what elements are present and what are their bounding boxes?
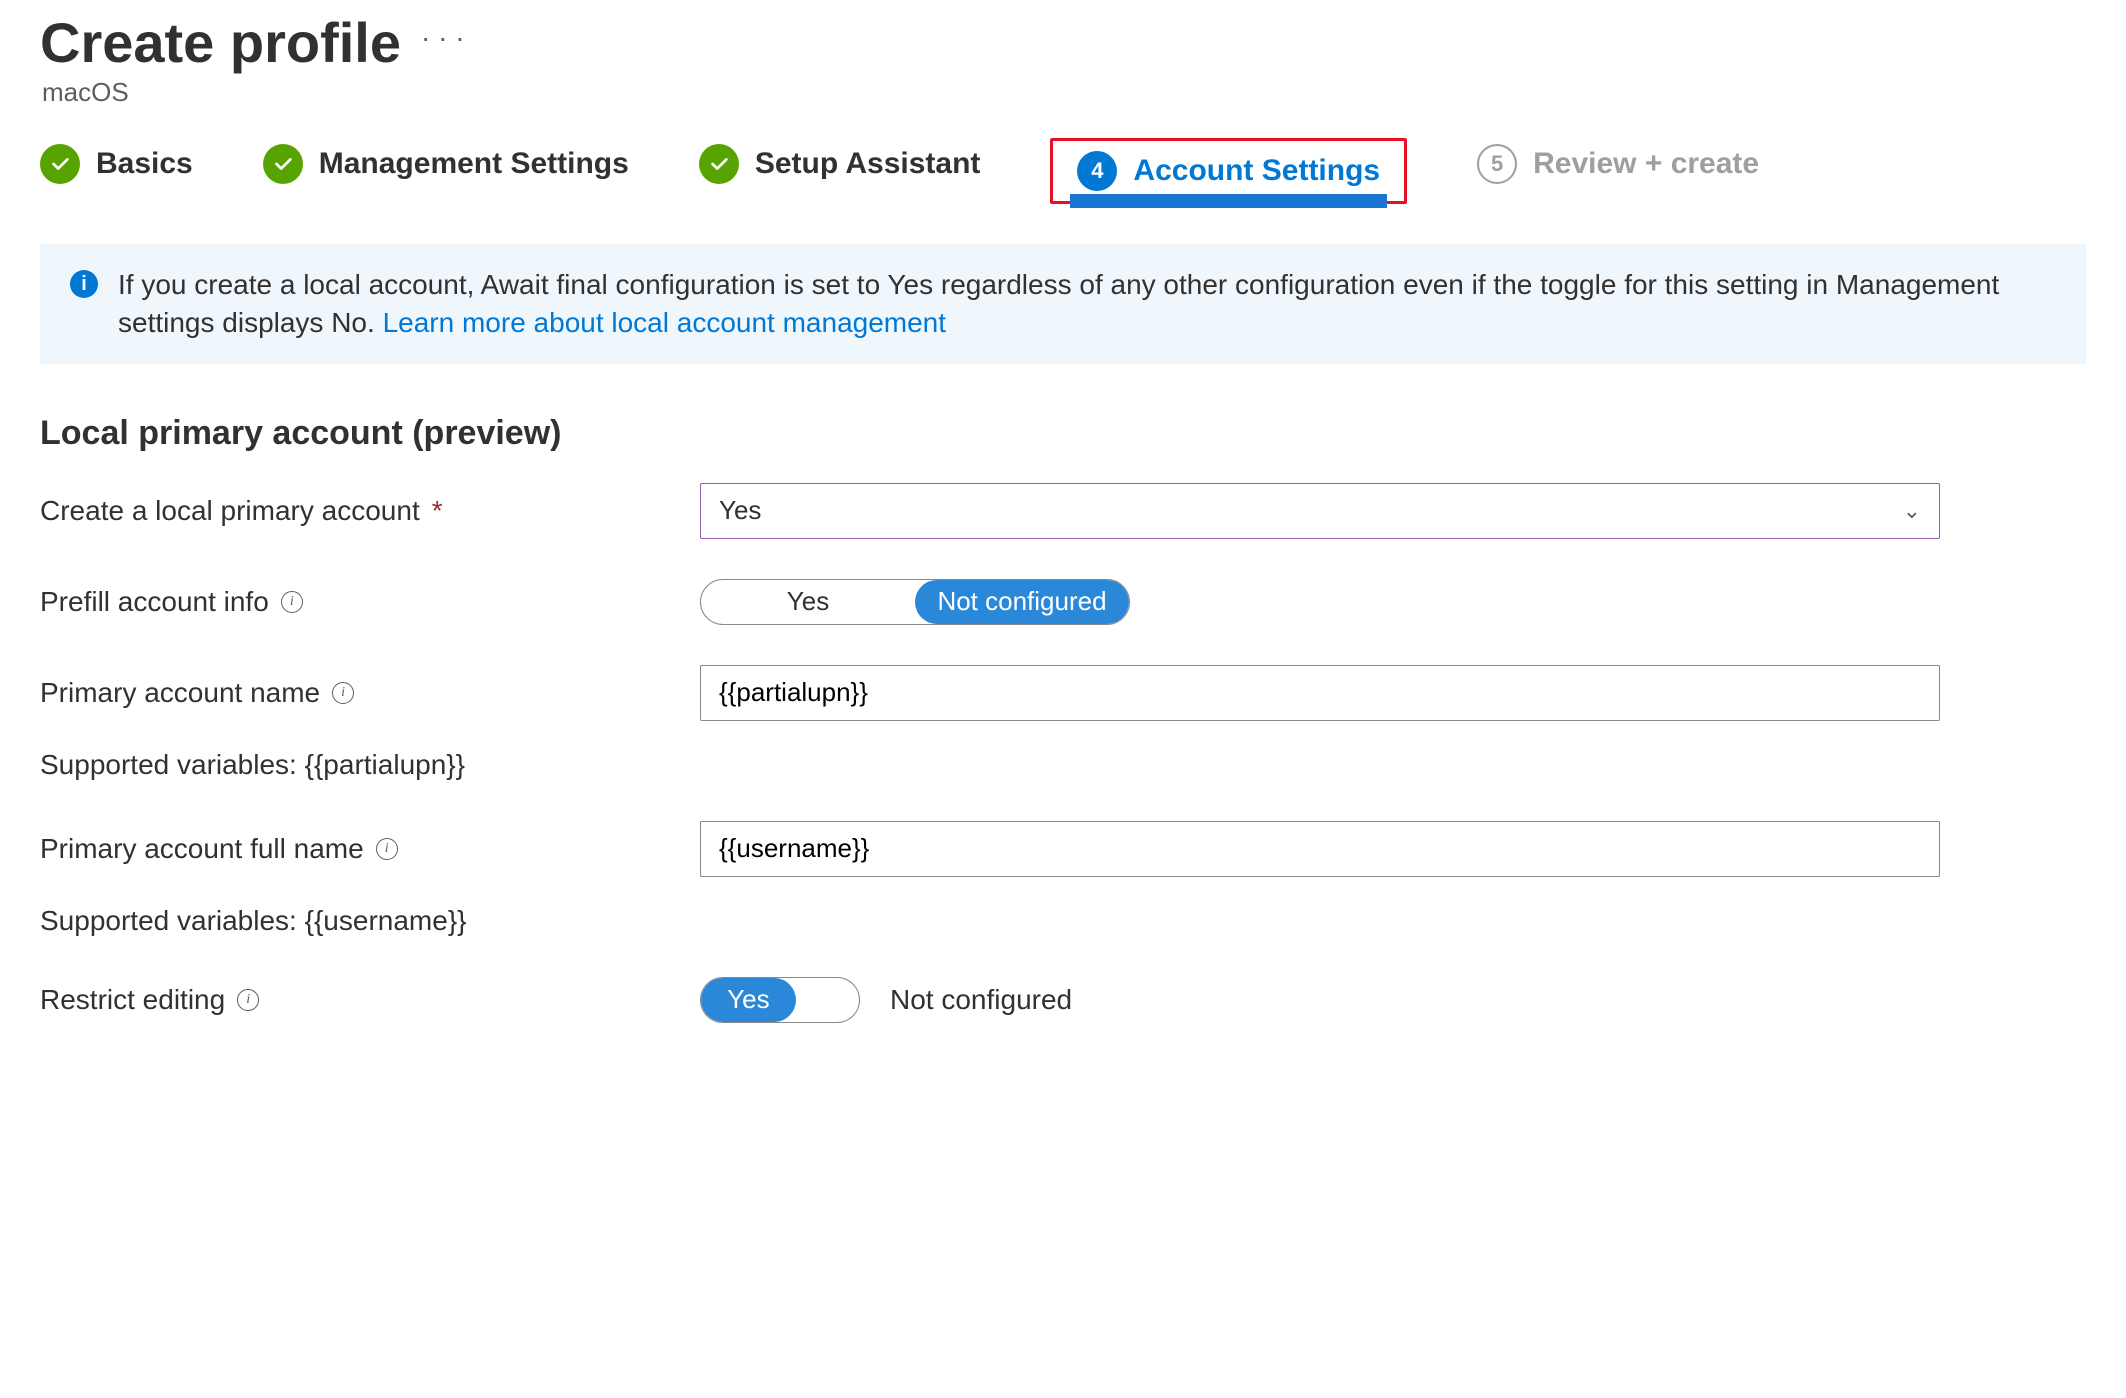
info-icon[interactable]: i (376, 838, 398, 860)
create-local-label: Create a local primary account (40, 495, 420, 527)
info-icon[interactable]: i (332, 682, 354, 704)
required-asterisk: * (432, 495, 443, 527)
info-icon[interactable]: i (281, 591, 303, 613)
primary-full-input[interactable] (700, 821, 1940, 877)
section-heading: Local primary account (preview) (40, 414, 2086, 453)
step-label: Setup Assistant (755, 147, 981, 181)
restrict-toggle-spacer[interactable] (796, 978, 859, 1022)
step-basics[interactable]: Basics (40, 144, 193, 198)
restrict-toggle[interactable]: Yes (700, 977, 860, 1023)
active-step-underline (1070, 194, 1387, 208)
restrict-label: Restrict editing (40, 984, 225, 1016)
step-management-settings[interactable]: Management Settings (263, 144, 629, 198)
primary-name-hint: Supported variables: {{partialupn}} (40, 749, 465, 781)
page-subtitle: macOS (42, 77, 2086, 108)
prefill-toggle[interactable]: Yes Not configured (700, 579, 1130, 625)
primary-full-hint: Supported variables: {{username}} (40, 905, 467, 937)
restrict-toggle-yes[interactable]: Yes (701, 978, 796, 1022)
learn-more-link[interactable]: Learn more about local account managemen… (383, 307, 946, 338)
step-number-icon: 5 (1477, 144, 1517, 184)
check-icon (263, 144, 303, 184)
step-label: Basics (96, 147, 193, 181)
step-label: Review + create (1533, 147, 1759, 181)
prefill-label: Prefill account info (40, 586, 269, 618)
info-icon[interactable]: i (237, 989, 259, 1011)
step-label: Account Settings (1133, 154, 1380, 188)
step-setup-assistant[interactable]: Setup Assistant (699, 144, 981, 198)
step-review-create[interactable]: 5 Review + create (1477, 144, 1759, 198)
check-icon (699, 144, 739, 184)
select-value: Yes (719, 495, 761, 526)
more-actions-button[interactable]: · · · (421, 22, 465, 54)
chevron-down-icon: ⌄ (1903, 498, 1921, 524)
restrict-not-configured-label: Not configured (890, 984, 1072, 1016)
primary-full-label: Primary account full name (40, 833, 364, 865)
prefill-toggle-yes[interactable]: Yes (701, 580, 915, 624)
info-icon: i (70, 270, 98, 298)
check-icon (40, 144, 80, 184)
primary-name-label: Primary account name (40, 677, 320, 709)
prefill-toggle-not-configured[interactable]: Not configured (915, 580, 1129, 624)
page-title: Create profile (40, 10, 401, 75)
wizard-steps: Basics Management Settings Setup Assista… (40, 138, 2086, 204)
create-local-select[interactable]: Yes ⌄ (700, 483, 1940, 539)
info-banner: i If you create a local account, Await f… (40, 244, 2086, 364)
step-number-icon: 4 (1077, 151, 1117, 191)
step-label: Management Settings (319, 147, 629, 181)
primary-name-input[interactable] (700, 665, 1940, 721)
